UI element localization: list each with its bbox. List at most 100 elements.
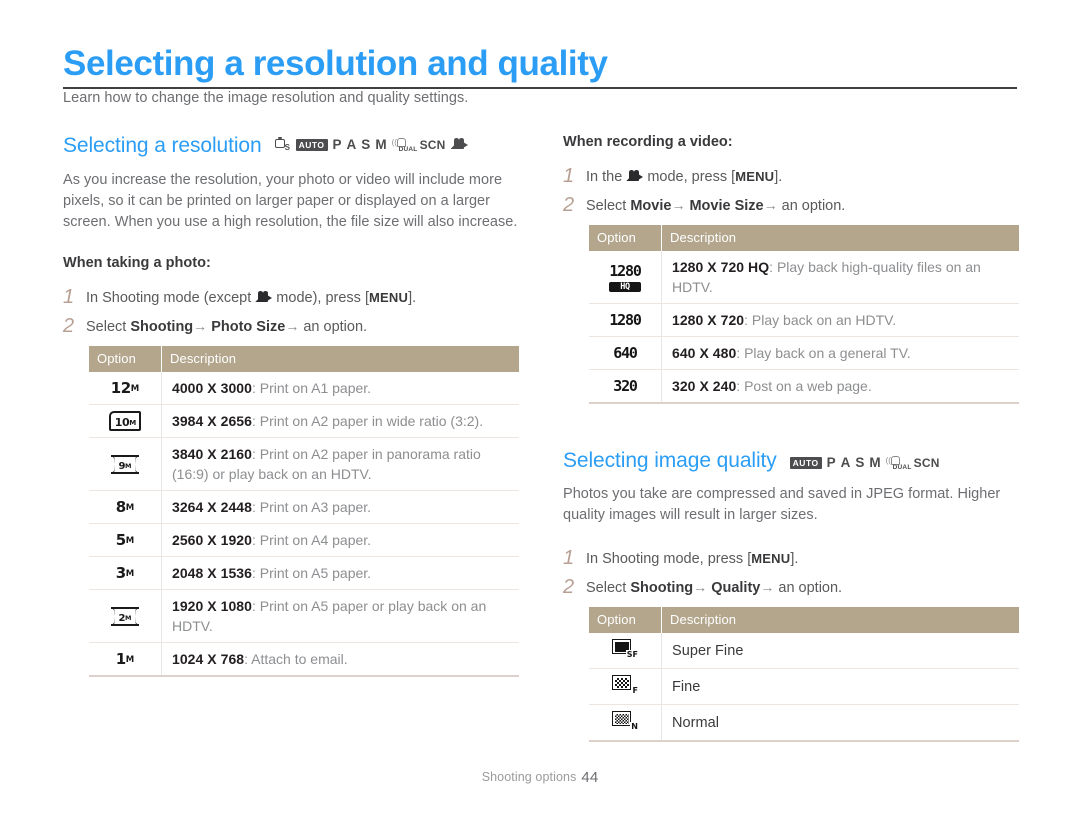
- resolution-desc: : Print on A1 paper.: [251, 380, 372, 396]
- menu-path-1: Movie: [630, 198, 672, 214]
- quality-super-fine-icon: SF: [612, 639, 638, 659]
- resolution-2m-panorama-icon: 2M: [111, 607, 139, 626]
- step-text-pre: Select: [86, 319, 131, 335]
- description-cell: 3984 X 2656: Print on A2 paper in wide r…: [161, 404, 519, 438]
- smart-auto-icon: S: [274, 137, 291, 152]
- step-item: 2 Select Movie→ Movie Size→ an option.: [563, 195, 1019, 217]
- resolution-9m-panorama-icon: 9M: [111, 455, 139, 474]
- resolution-value: 2560 X 1920: [172, 532, 252, 548]
- step-text: Select Shooting→ Quality→ an option.: [586, 577, 842, 599]
- quality-label: Super Fine: [672, 643, 744, 659]
- step-number: 1: [563, 165, 575, 187]
- step-text-post: mode, press [: [643, 169, 736, 185]
- movie-icon: [626, 170, 644, 182]
- manual-page: Selecting a resolution and quality Learn…: [0, 0, 1080, 815]
- resolution-value: 3984 X 2656: [172, 413, 252, 429]
- table-row: N Normal: [589, 704, 1019, 742]
- menu-key-label: MENU: [751, 551, 791, 566]
- section-heading-quality: Selecting image quality AUTO P A S M ((D…: [563, 449, 1019, 473]
- quality-label: Fine: [672, 679, 701, 695]
- table-row: 2M 1920 X 1080: Print on A5 paper or pla…: [89, 589, 519, 643]
- option-icon-cell: 12M: [89, 372, 162, 405]
- footer-section-label: Shooting options: [481, 770, 577, 784]
- table-row: 1280 HQ 1280 X 720 HQ: Play back high-qua…: [589, 251, 1019, 304]
- manual-mode-icon: M: [375, 136, 387, 152]
- section-title-resolution: Selecting a resolution: [63, 134, 262, 157]
- scene-mode-icon: SCN: [419, 137, 446, 152]
- description-cell: 1280 X 720: Play back on an HDTV.: [661, 303, 1019, 337]
- menu-path-1: Shooting: [130, 319, 194, 335]
- table-row: 1280 1280 X 720: Play back on an HDTV.: [589, 303, 1019, 337]
- option-icon-cell: 1280: [589, 303, 662, 337]
- movie-size-value: 640 X 480: [672, 345, 737, 361]
- option-icon-cell: N: [589, 704, 662, 742]
- movie-size-value: 1280 X 720: [672, 312, 745, 328]
- step-item: 2 Select Shooting→ Photo Size→ an option…: [63, 316, 519, 338]
- option-icon-cell: 9M: [89, 437, 162, 491]
- resolution-12m-icon: 12M: [110, 379, 140, 397]
- movie-size-desc: : Play back on a general TV.: [736, 345, 911, 361]
- table-row: 1M 1024 X 768: Attach to email.: [89, 642, 519, 677]
- step-text-pre: In Shooting mode, press [: [586, 551, 752, 567]
- shutter-mode-icon: S: [361, 136, 371, 152]
- description-cell: 640 X 480: Play back on a general TV.: [661, 336, 1019, 370]
- program-mode-icon: P: [332, 136, 342, 152]
- description-cell: Super Fine: [661, 633, 1019, 669]
- step-text: In Shooting mode (except mode), press [M…: [86, 287, 416, 309]
- step-number: 2: [563, 194, 575, 216]
- page-subtitle: Learn how to change the image resolution…: [63, 90, 469, 106]
- dual-is-icon: ((DUAL: [391, 137, 418, 153]
- option-icon-cell: F: [589, 668, 662, 705]
- resolution-10m-wide-icon: 10M: [108, 411, 142, 431]
- column-header-option: Option: [89, 346, 162, 372]
- quality-fine-icon: F: [612, 675, 638, 695]
- step-text: Select Movie→ Movie Size→ an option.: [586, 195, 845, 217]
- table-row: 9M 3840 X 2160: Print on A2 paper in pan…: [89, 437, 519, 491]
- resolution-body-text: As you increase the resolution, your pho…: [63, 172, 518, 230]
- description-cell: 2560 X 1920: Print on A4 paper.: [161, 523, 519, 557]
- manual-mode-icon: M: [869, 455, 881, 471]
- resolution-5m-icon: 5M: [115, 531, 135, 549]
- arrow-icon: →: [763, 197, 778, 213]
- table-row: 640 640 X 480: Play back on a general TV…: [589, 336, 1019, 370]
- page-footer: Shooting options 44: [0, 769, 1080, 786]
- resolution-desc: : Print on A2 paper in wide ratio (3:2).: [251, 413, 484, 429]
- resolution-value: 3264 X 2448: [172, 499, 252, 515]
- option-icon-cell: 1M: [89, 642, 162, 677]
- column-header-option: Option: [589, 225, 662, 251]
- step-text-tail: an option.: [777, 198, 846, 214]
- option-icon-cell: SF: [589, 633, 662, 669]
- when-taking-photo-label: When taking a photo:: [63, 255, 211, 271]
- resolution-1m-icon: 1M: [115, 650, 135, 668]
- footer-page-number: 44: [581, 769, 599, 786]
- dual-is-icon: ((DUAL: [885, 456, 912, 471]
- movie-size-value: 1280 X 720 HQ: [672, 259, 770, 275]
- table-row: F Fine: [589, 668, 1019, 705]
- resolution-desc: : Print on A3 paper.: [251, 499, 372, 515]
- option-icon-cell: 320: [589, 369, 662, 404]
- right-column: When recording a video: 1 In the mode, p…: [563, 134, 1019, 742]
- option-icon-cell: 3M: [89, 556, 162, 590]
- option-icon-cell: 640: [589, 336, 662, 370]
- step-text-post: mode), press [: [272, 290, 369, 306]
- step-number: 2: [63, 315, 75, 337]
- description-cell: 4000 X 3000: Print on A1 paper.: [161, 372, 519, 405]
- shutter-mode-icon: S: [855, 455, 865, 471]
- description-cell: Normal: [661, 704, 1019, 742]
- menu-key-label: MENU: [735, 169, 775, 184]
- menu-path-2: Movie Size: [689, 198, 764, 214]
- quality-table: Option Description SF Super Fine F Fine …: [589, 607, 1019, 742]
- resolution-value: 4000 X 3000: [172, 380, 252, 396]
- page-title: Selecting a resolution and quality: [63, 44, 608, 83]
- table-row: 12M 4000 X 3000: Print on A1 paper.: [89, 372, 519, 405]
- table-header-row: Option Description: [89, 346, 519, 372]
- arrow-icon: →: [285, 318, 300, 334]
- step-number: 1: [63, 286, 75, 308]
- step-text-tail: ].: [408, 290, 417, 306]
- step-item: 1 In the mode, press [MENU].: [563, 166, 1019, 188]
- arrow-icon: →: [693, 579, 708, 595]
- scene-mode-icon: SCN: [913, 456, 940, 470]
- menu-key-label: MENU: [368, 290, 409, 305]
- left-column: Selecting a resolution S AUTO P A S M ((…: [63, 134, 519, 677]
- step-item: 1 In Shooting mode (except mode), press …: [63, 287, 519, 309]
